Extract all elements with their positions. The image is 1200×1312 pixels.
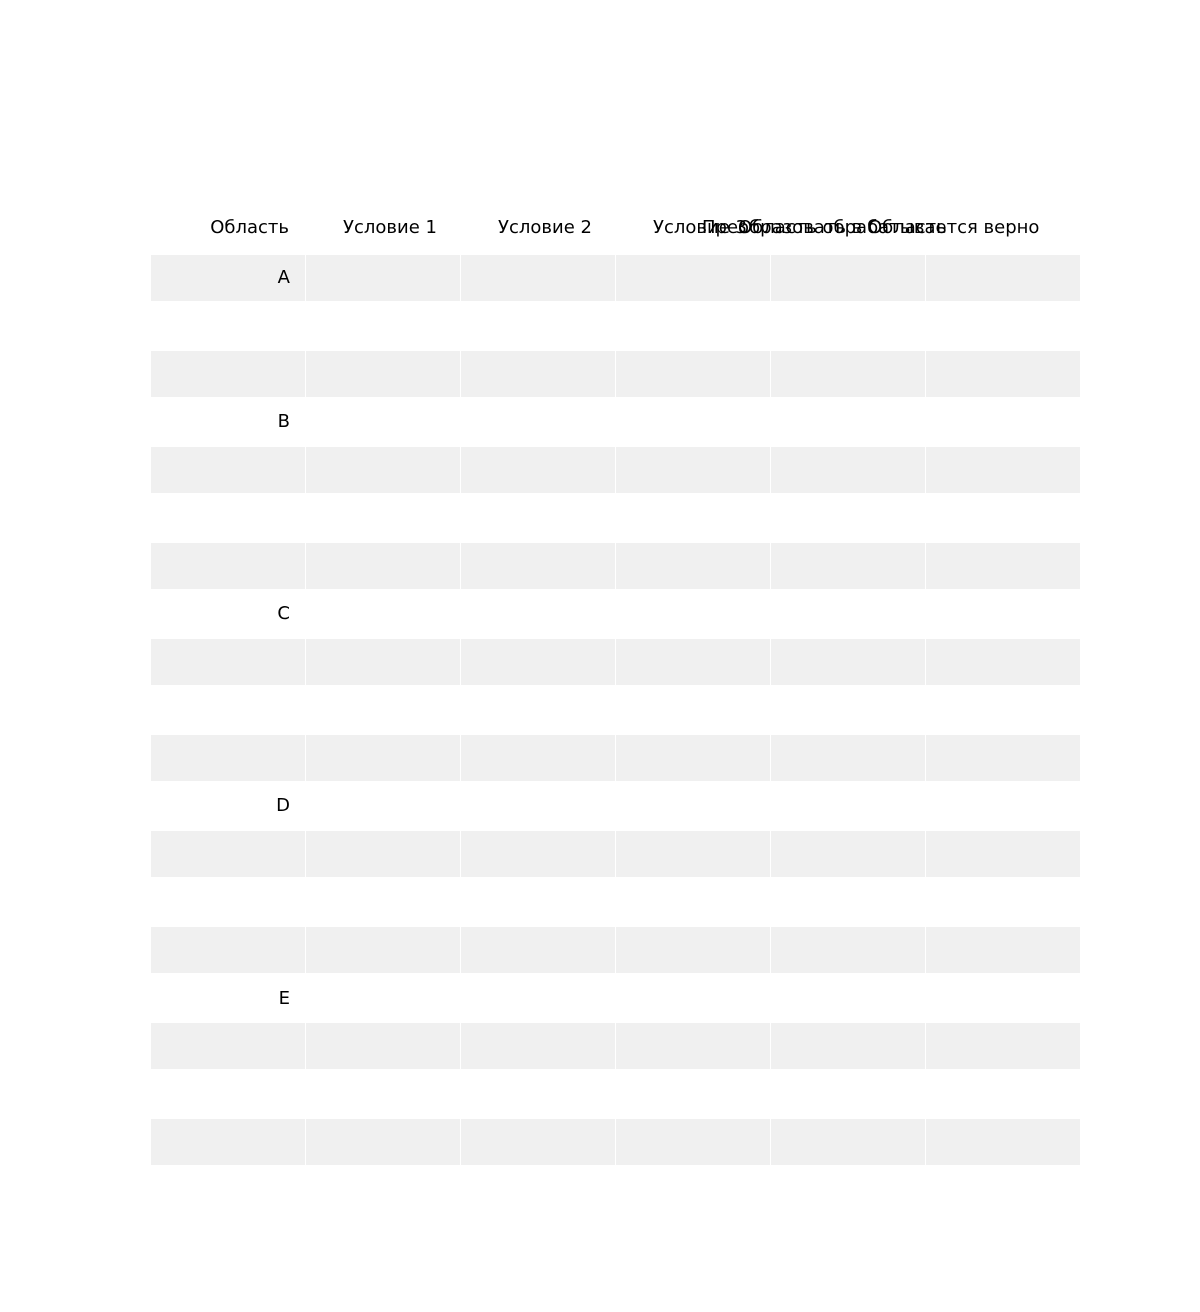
- cell-correct[interactable]: [926, 927, 1080, 973]
- cell-condition-2[interactable]: [461, 1119, 616, 1165]
- cell-transform[interactable]: [771, 543, 926, 589]
- cell-transform[interactable]: [771, 447, 926, 493]
- cell-correct[interactable]: [926, 351, 1080, 397]
- cell-area[interactable]: [151, 927, 306, 973]
- table-row: [151, 831, 1080, 877]
- cell-correct[interactable]: [926, 543, 1080, 589]
- table-row: [151, 255, 1080, 301]
- cell-area[interactable]: [151, 1119, 306, 1165]
- cell-condition-1[interactable]: [306, 735, 461, 781]
- cell-condition-3[interactable]: [616, 255, 771, 301]
- table-row: [151, 735, 1080, 781]
- cell-correct[interactable]: [926, 1119, 1080, 1165]
- cell-correct[interactable]: [926, 447, 1080, 493]
- cell-area[interactable]: [151, 543, 306, 589]
- cell-condition-3[interactable]: [616, 447, 771, 493]
- cell-condition-2[interactable]: [461, 927, 616, 973]
- cell-area[interactable]: [151, 639, 306, 685]
- cell-condition-1[interactable]: [306, 255, 461, 301]
- cell-transform[interactable]: [771, 639, 926, 685]
- cell-condition-3[interactable]: [616, 1023, 771, 1069]
- cell-condition-2[interactable]: [461, 735, 616, 781]
- cell-transform[interactable]: [771, 735, 926, 781]
- cell-condition-1[interactable]: [306, 1119, 461, 1165]
- cell-area[interactable]: [151, 351, 306, 397]
- table-row: [151, 1119, 1080, 1165]
- cell-condition-3[interactable]: [616, 543, 771, 589]
- cell-condition-2[interactable]: [461, 447, 616, 493]
- table-row: [151, 543, 1080, 589]
- table-row: [151, 639, 1080, 685]
- cell-condition-2[interactable]: [461, 255, 616, 301]
- cell-condition-3[interactable]: [616, 351, 771, 397]
- table-row: [151, 927, 1080, 973]
- cell-correct[interactable]: [926, 639, 1080, 685]
- cell-condition-1[interactable]: [306, 1023, 461, 1069]
- cell-correct[interactable]: [926, 255, 1080, 301]
- cell-condition-1[interactable]: [306, 447, 461, 493]
- cell-condition-1[interactable]: [306, 831, 461, 877]
- header-condition-1: Условие 1: [343, 217, 437, 238]
- cell-condition-3[interactable]: [616, 639, 771, 685]
- table-row: [151, 447, 1080, 493]
- table-row: [151, 351, 1080, 397]
- cell-condition-1[interactable]: [306, 543, 461, 589]
- table-body: [151, 255, 1080, 1215]
- table-row: [151, 1023, 1080, 1069]
- cell-condition-2[interactable]: [461, 831, 616, 877]
- cell-area[interactable]: [151, 735, 306, 781]
- cell-transform[interactable]: [771, 1119, 926, 1165]
- cell-correct[interactable]: [926, 735, 1080, 781]
- area-label-e: E: [278, 988, 290, 1009]
- cell-correct[interactable]: [926, 831, 1080, 877]
- cell-correct[interactable]: [926, 1023, 1080, 1069]
- cell-condition-1[interactable]: [306, 927, 461, 973]
- cell-transform[interactable]: [771, 1023, 926, 1069]
- area-label-d: D: [276, 795, 290, 816]
- area-label-b: B: [277, 411, 290, 432]
- header-area: Область: [210, 217, 289, 238]
- cell-condition-2[interactable]: [461, 1023, 616, 1069]
- cell-condition-2[interactable]: [461, 639, 616, 685]
- area-label-c: C: [277, 603, 290, 624]
- header-condition-2: Условие 2: [498, 217, 592, 238]
- cell-area[interactable]: [151, 1023, 306, 1069]
- header-correct: Область обрабатывается верно: [738, 217, 1040, 238]
- cell-area[interactable]: [151, 831, 306, 877]
- cell-condition-3[interactable]: [616, 831, 771, 877]
- cell-condition-1[interactable]: [306, 351, 461, 397]
- cell-condition-3[interactable]: [616, 1119, 771, 1165]
- cell-transform[interactable]: [771, 927, 926, 973]
- cell-condition-3[interactable]: [616, 927, 771, 973]
- cell-transform[interactable]: [771, 831, 926, 877]
- cell-condition-2[interactable]: [461, 351, 616, 397]
- cell-transform[interactable]: [771, 351, 926, 397]
- cell-condition-2[interactable]: [461, 543, 616, 589]
- area-label-a: A: [277, 267, 290, 288]
- table-header: Область Условие 1 Условие 2 Условие 3 Пр…: [151, 208, 1080, 248]
- cell-condition-3[interactable]: [616, 735, 771, 781]
- cell-condition-1[interactable]: [306, 639, 461, 685]
- cell-area[interactable]: [151, 447, 306, 493]
- cell-transform[interactable]: [771, 255, 926, 301]
